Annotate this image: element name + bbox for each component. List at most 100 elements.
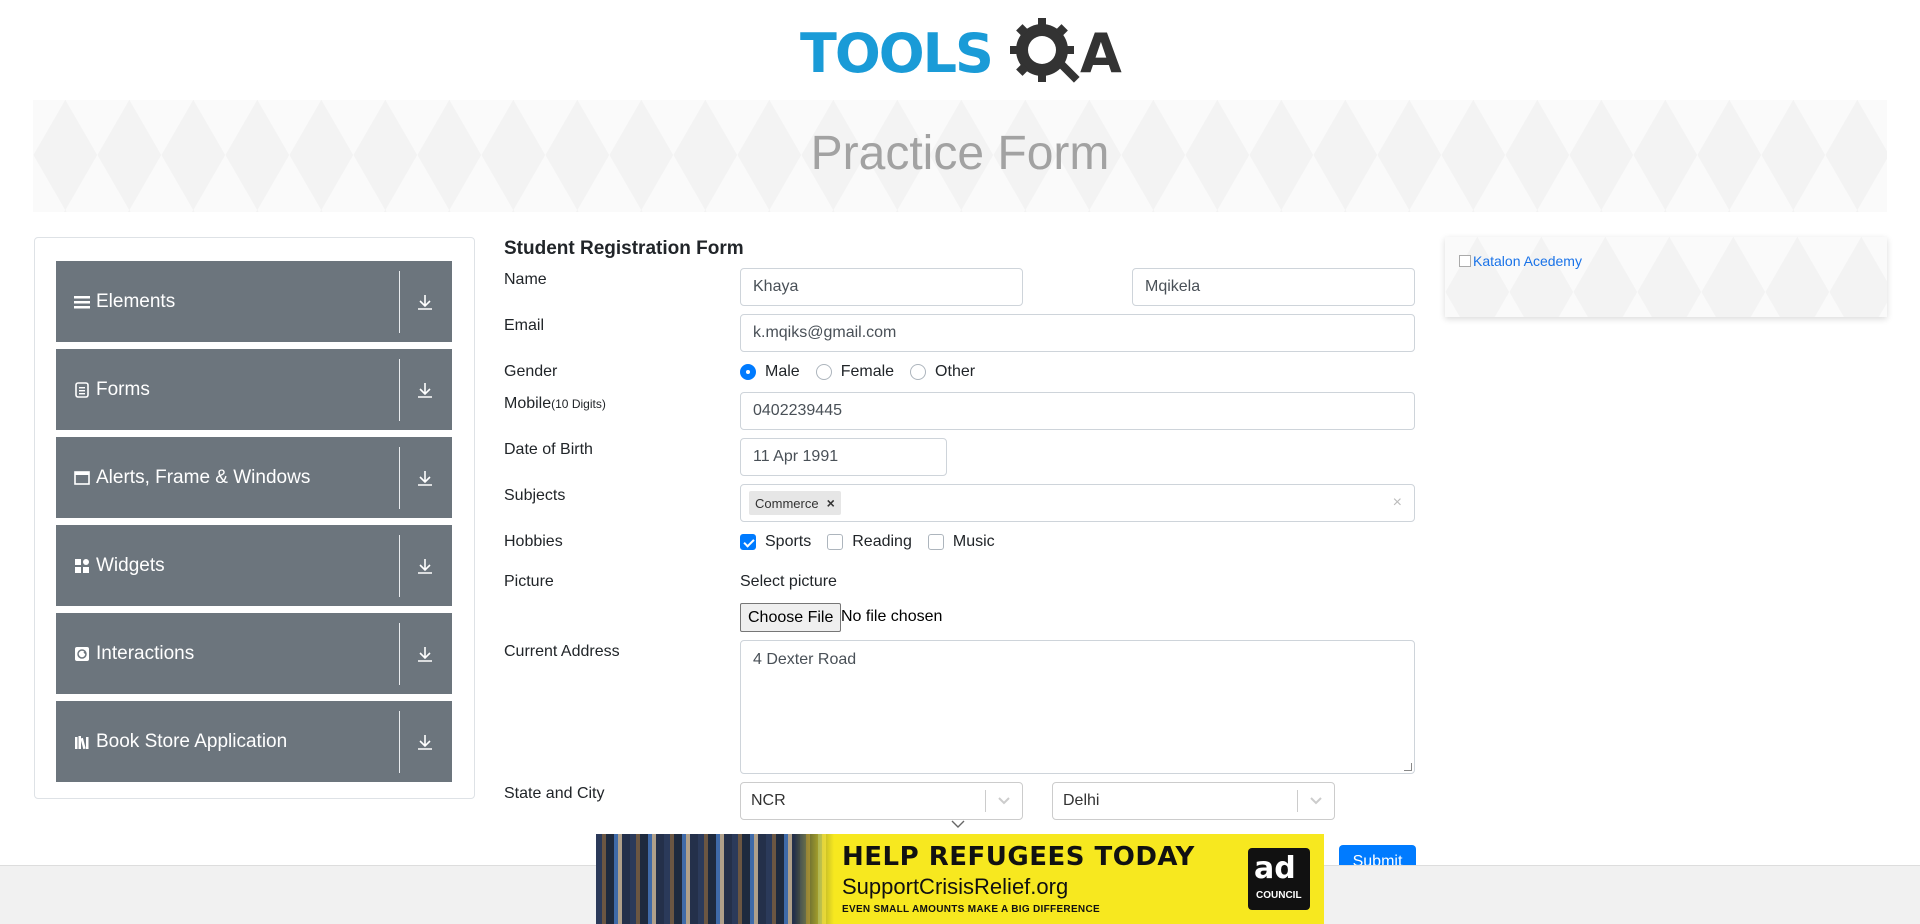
divider [399, 622, 400, 685]
sidebar-group-alerts[interactable]: Alerts, Frame & Windows [56, 437, 452, 518]
radio-female[interactable] [815, 364, 832, 380]
ad-council-logo: ad COUNCIL [1248, 848, 1310, 910]
form-title: Student Registration Form [504, 238, 744, 259]
download-arrow-icon[interactable] [416, 381, 434, 399]
ad-url: SupportCrisisRelief.org [842, 874, 1069, 899]
sidebar-group-forms[interactable]: Forms [56, 349, 452, 430]
select-picture-hint: Select picture [740, 573, 837, 590]
gender-radio-group: Male Female Other [740, 363, 991, 381]
interactions-icon [75, 646, 89, 661]
sidebar-group-bookstore[interactable]: Book Store Application [56, 701, 452, 782]
state-value: NCR [751, 792, 786, 809]
divider [399, 358, 400, 421]
toolsqa-logo[interactable]: TOOLS A [800, 14, 1130, 90]
address-value: 4 Dexter Road [753, 651, 857, 668]
divider [399, 710, 400, 773]
chevron-down-icon[interactable] [1298, 796, 1334, 806]
download-arrow-icon[interactable] [416, 293, 434, 311]
header: TOOLS A [0, 0, 1920, 100]
subjects-input[interactable]: Commerce × × [740, 484, 1415, 522]
resize-handle[interactable] [1404, 763, 1412, 771]
email-label: Email [504, 317, 545, 334]
broken-image-icon [1459, 255, 1471, 267]
chevron-down-icon[interactable] [986, 796, 1022, 806]
sidebar-group-label: Forms [96, 378, 150, 400]
gear-magnifier-icon [1010, 18, 1080, 83]
sidebar-group-label: Alerts, Frame & Windows [96, 466, 311, 488]
download-arrow-icon[interactable] [416, 645, 434, 663]
mobile-label-text: Mobile [504, 395, 552, 412]
sidebar-group-widgets[interactable]: Widgets [56, 525, 452, 606]
bottom-ad-banner[interactable]: HELP REFUGEES TODAY SupportCrisisRelief.… [596, 834, 1324, 924]
gender-other-option[interactable]: Other [910, 363, 975, 381]
hobby-reading-option[interactable]: Reading [827, 533, 912, 551]
mobile-label: Mobile(10 Digits) [504, 395, 606, 413]
gender-female-option[interactable]: Female [815, 363, 894, 381]
sidebar-group-label: Book Store Application [96, 730, 288, 752]
file-status: No file chosen [841, 608, 943, 625]
subjects-label: Subjects [504, 487, 566, 504]
divider [399, 270, 400, 333]
divider [399, 446, 400, 509]
logo-text-a: A [1080, 22, 1122, 85]
first-name-input[interactable]: Khaya [740, 268, 1023, 306]
sidebar-group-label: Interactions [96, 642, 195, 664]
chip-remove-icon[interactable]: × [827, 495, 835, 511]
gender-label: Gender [504, 363, 558, 380]
checkbox-sports[interactable] [740, 534, 756, 550]
page-banner: Practice Form [33, 100, 1887, 212]
chevron-down-icon[interactable] [950, 818, 966, 830]
widgets-icon [75, 558, 89, 573]
ad-council-logo-bottom: COUNCIL [1256, 890, 1302, 901]
mobile-hint: (10 Digits) [551, 397, 606, 411]
dob-label: Date of Birth [504, 441, 593, 458]
picture-label: Picture [504, 573, 554, 590]
page-title: Practice Form [810, 127, 1110, 180]
hobbies-checkbox-group: Sports Reading Music [740, 533, 1011, 551]
sidebar-group-elements[interactable]: Elements [56, 261, 452, 342]
ad-photo [596, 834, 834, 924]
download-arrow-icon[interactable] [416, 469, 434, 487]
document-icon [75, 381, 89, 398]
state-city-label: State and City [504, 785, 605, 802]
download-arrow-icon[interactable] [416, 733, 434, 751]
city-select[interactable]: Delhi [1052, 782, 1335, 820]
window-icon [74, 470, 90, 485]
sidebar: Elements Forms Alerts, Frame & Windows W… [34, 237, 475, 799]
state-select[interactable]: NCR [740, 782, 1023, 820]
checkbox-label: Reading [852, 533, 912, 550]
broken-image[interactable]: Katalon Acedemy [1459, 253, 1582, 269]
address-label: Current Address [504, 643, 620, 660]
current-address-textarea[interactable]: 4 Dexter Road [740, 640, 1415, 774]
checkbox-label: Sports [765, 533, 812, 550]
radio-other[interactable] [910, 364, 927, 380]
radio-label: Male [765, 363, 800, 380]
subject-chip-label: Commerce [755, 495, 819, 511]
clear-icon[interactable]: × [1393, 494, 1402, 512]
last-name-input[interactable]: Mqikela [1132, 268, 1415, 306]
name-label: Name [504, 271, 547, 288]
sidebar-group-interactions[interactable]: Interactions [56, 613, 452, 694]
checkbox-reading[interactable] [827, 534, 844, 550]
subject-chip: Commerce × [749, 491, 841, 515]
hobby-sports-option[interactable]: Sports [740, 533, 811, 551]
divider [399, 534, 400, 597]
choose-file-button[interactable]: Choose File [740, 603, 842, 632]
ad-council-logo-top: ad [1254, 851, 1296, 886]
radio-male[interactable] [740, 364, 756, 380]
sidebar-group-label: Widgets [96, 554, 165, 576]
hobbies-label: Hobbies [504, 533, 563, 550]
checkbox-label: Music [952, 533, 995, 550]
sidebar-group-label: Elements [96, 290, 176, 312]
katalon-ad[interactable]: Katalon Acedemy [1445, 237, 1887, 317]
mobile-input[interactable]: 0402239445 [740, 392, 1415, 430]
dob-input[interactable]: 11 Apr 1991 [740, 438, 947, 476]
hobby-music-option[interactable]: Music [927, 533, 995, 551]
image-alt-text: Katalon Acedemy [1473, 253, 1582, 269]
email-input[interactable]: k.mqiks@gmail.com [740, 314, 1415, 352]
gender-male-option[interactable]: Male [740, 363, 800, 381]
ad-headline: HELP REFUGEES TODAY [842, 842, 1195, 872]
checkbox-music[interactable] [927, 534, 944, 550]
download-arrow-icon[interactable] [416, 557, 434, 575]
logo-text-tools: TOOLS [800, 22, 994, 85]
